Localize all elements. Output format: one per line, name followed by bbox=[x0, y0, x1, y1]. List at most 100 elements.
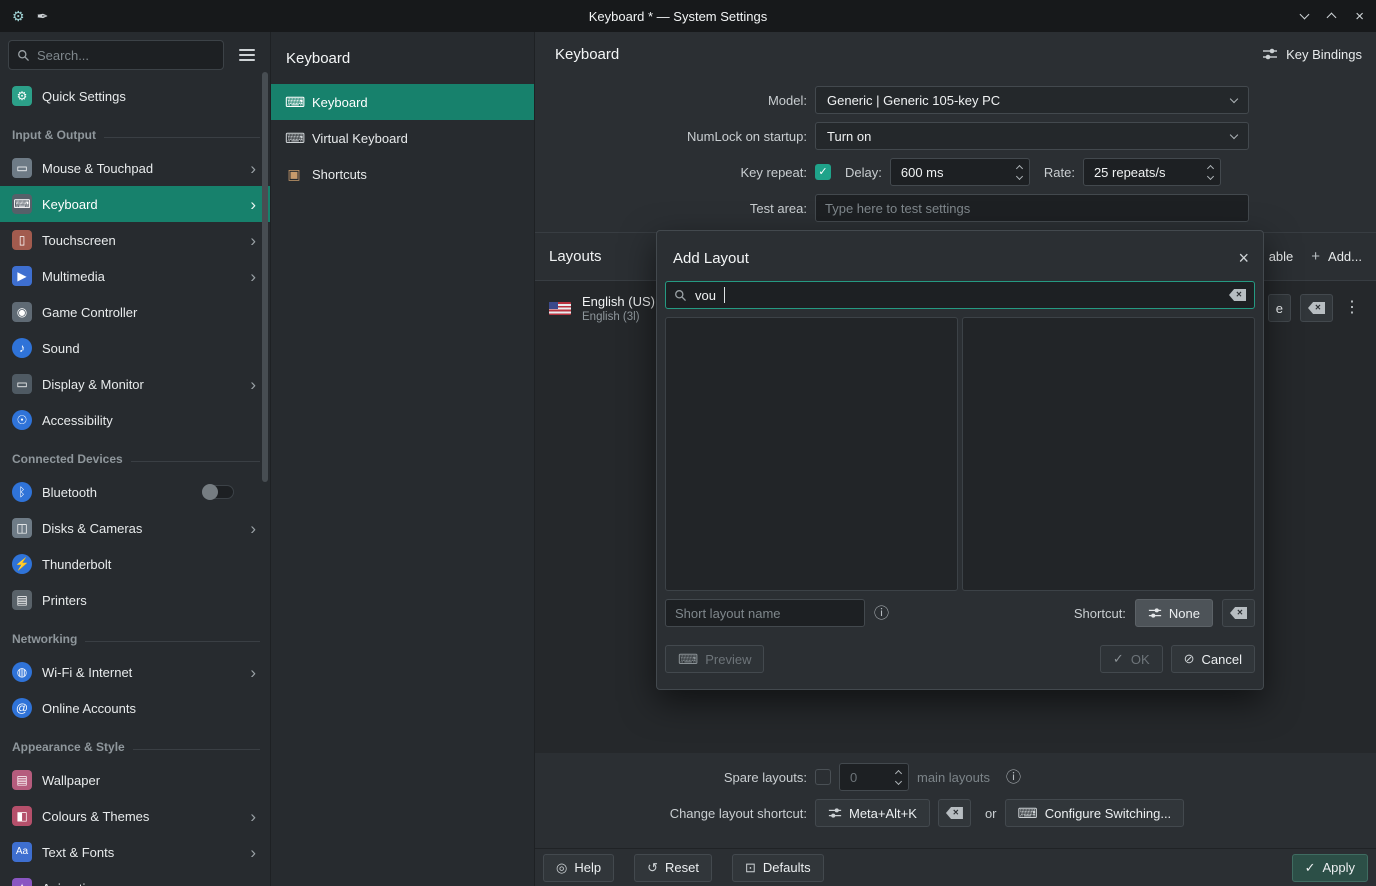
chevron-right-icon: › bbox=[250, 160, 260, 177]
rate-spinbox[interactable]: 25 repeats/s bbox=[1083, 158, 1221, 186]
row-menu-button[interactable]: ⋮ bbox=[1342, 300, 1362, 316]
sidebar-item-label: Accessibility bbox=[42, 413, 260, 428]
sidebar-item-bluetooth[interactable]: ᛒBluetooth bbox=[0, 474, 270, 510]
online-accounts-icon: @ bbox=[12, 698, 32, 718]
animations-icon: ✦ bbox=[12, 878, 32, 886]
layout-name-input[interactable]: Short layout name bbox=[665, 599, 865, 627]
shortcut-label: Shortcut: bbox=[1074, 606, 1126, 621]
layout-variants-list[interactable] bbox=[962, 317, 1255, 591]
spin-arrows-icon[interactable] bbox=[1017, 166, 1022, 179]
display-monitor-icon: ▭ bbox=[12, 374, 32, 394]
dialog-shortcut-button[interactable]: None bbox=[1135, 599, 1213, 627]
delay-label: Delay: bbox=[845, 165, 882, 180]
sidebar-item-mouse-touchpad[interactable]: ▭Mouse & Touchpad› bbox=[0, 150, 270, 186]
help-icon: ◎ bbox=[556, 860, 567, 876]
ok-button[interactable]: ✓ OK bbox=[1100, 645, 1163, 673]
subpanel-item-keyboard[interactable]: ⌨Keyboard bbox=[271, 84, 534, 120]
text-caret bbox=[724, 287, 725, 303]
sidebar-item-label: Wi-Fi & Internet bbox=[42, 665, 240, 680]
minimize-button[interactable] bbox=[1301, 14, 1308, 18]
sidebar-item-label: Game Controller bbox=[42, 305, 260, 320]
test-area-input[interactable]: Type here to test settings bbox=[815, 194, 1249, 222]
model-select[interactable]: Generic | Generic 105-key PC bbox=[815, 86, 1249, 114]
subpanel: Keyboard ⌨Keyboard⌨Virtual Keyboard▣Shor… bbox=[270, 32, 535, 886]
numlock-label: NumLock on startup: bbox=[535, 129, 807, 144]
sidebar-scrollbar[interactable] bbox=[262, 72, 268, 482]
sidebar-item-text-fonts[interactable]: AaText & Fonts› bbox=[0, 834, 270, 870]
sidebar-item-sound[interactable]: ♪Sound bbox=[0, 330, 270, 366]
search-input[interactable]: Search... bbox=[8, 40, 224, 70]
preview-button[interactable]: ⌨ Preview bbox=[665, 645, 764, 673]
layout-search-input[interactable]: vou bbox=[665, 281, 1255, 309]
info-icon[interactable]: ⓘ bbox=[1006, 770, 1021, 785]
sidebar-item-keyboard[interactable]: ⌨Keyboard› bbox=[0, 186, 270, 222]
key-bindings-button[interactable]: Key Bindings bbox=[1262, 46, 1362, 62]
rate-label: Rate: bbox=[1044, 165, 1075, 180]
key-repeat-checkbox[interactable]: ✓ bbox=[815, 164, 831, 180]
sidebar-item-label: Thunderbolt bbox=[42, 557, 260, 572]
add-layout-button[interactable]: + Add... bbox=[1311, 248, 1362, 265]
numlock-select[interactable]: Turn on bbox=[815, 122, 1249, 150]
help-button[interactable]: ◎ Help bbox=[543, 854, 614, 882]
sidebar-item-wi-fi-internet[interactable]: ◍Wi-Fi & Internet› bbox=[0, 654, 270, 690]
chevron-down-icon bbox=[1230, 94, 1238, 102]
row-clear-shortcut-button[interactable] bbox=[1300, 294, 1333, 322]
spare-layouts-spinbox[interactable]: 0 bbox=[839, 763, 909, 791]
row-shortcut-button[interactable]: e bbox=[1268, 294, 1291, 322]
sidebar-section-networking: Networking bbox=[0, 618, 270, 654]
pin-icon[interactable]: ✒ bbox=[37, 9, 49, 23]
sidebar-item-multimedia[interactable]: ▶Multimedia› bbox=[0, 258, 270, 294]
section-rule bbox=[133, 749, 260, 750]
apply-button[interactable]: ✓ Apply bbox=[1292, 854, 1368, 882]
section-label: Connected Devices bbox=[12, 452, 123, 466]
reset-button[interactable]: ↺ Reset bbox=[634, 854, 712, 882]
sidebar-item-disks-cameras[interactable]: ◫Disks & Cameras› bbox=[0, 510, 270, 546]
configure-switching-button[interactable]: ⌨ Configure Switching... bbox=[1005, 799, 1185, 827]
maximize-button[interactable] bbox=[1328, 11, 1335, 21]
chevron-right-icon: › bbox=[250, 844, 260, 861]
sidebar-item-online-accounts[interactable]: @Online Accounts bbox=[0, 690, 270, 726]
accessibility-icon: ☉ bbox=[12, 410, 32, 430]
defaults-button[interactable]: ⊡ Defaults bbox=[732, 854, 824, 882]
layout-results-list[interactable] bbox=[665, 317, 958, 591]
sidebar-item-printers[interactable]: ▤Printers bbox=[0, 582, 270, 618]
sidebar-item-label: Printers bbox=[42, 593, 260, 608]
spin-arrows-icon[interactable] bbox=[1208, 166, 1213, 179]
sidebar-item-colours-themes[interactable]: ◧Colours & Themes› bbox=[0, 798, 270, 834]
bluetooth-toggle[interactable] bbox=[202, 485, 234, 499]
sidebar-item-animations[interactable]: ✦Animations bbox=[0, 870, 270, 886]
keyboard-icon: ⌨ bbox=[12, 194, 32, 214]
change-shortcut-button[interactable]: Meta+Alt+K bbox=[815, 799, 930, 827]
clear-search-icon[interactable] bbox=[1229, 289, 1246, 301]
dialog-close-button[interactable]: × bbox=[1238, 249, 1249, 267]
sidebar-item-display-monitor[interactable]: ▭Display & Monitor› bbox=[0, 366, 270, 402]
subpanel-item-label: Keyboard bbox=[312, 95, 368, 110]
sidebar-item-game-controller[interactable]: ◉Game Controller bbox=[0, 294, 270, 330]
section-rule bbox=[104, 137, 260, 138]
subpanel-item-virtual-keyboard[interactable]: ⌨Virtual Keyboard bbox=[271, 120, 534, 156]
clear-shortcut-button[interactable] bbox=[938, 799, 971, 827]
cancel-button[interactable]: ⊘ Cancel bbox=[1171, 645, 1255, 673]
dialog-clear-shortcut-button[interactable] bbox=[1222, 599, 1255, 627]
window-title: Keyboard * — System Settings bbox=[82, 9, 1274, 24]
model-label: Model: bbox=[535, 93, 807, 108]
sidebar-item-quick-settings[interactable]: ⚙Quick Settings bbox=[0, 78, 270, 114]
chevron-down-icon bbox=[1300, 10, 1310, 20]
backspace-icon bbox=[1308, 302, 1325, 314]
wallpaper-icon: ▤ bbox=[12, 770, 32, 790]
page-title: Keyboard bbox=[555, 46, 1262, 63]
sidebar-item-wallpaper[interactable]: ▤Wallpaper bbox=[0, 762, 270, 798]
menu-button[interactable] bbox=[232, 40, 262, 70]
sidebar-item-thunderbolt[interactable]: ⚡Thunderbolt bbox=[0, 546, 270, 582]
virtual-keyboard-icon: ⌨ bbox=[285, 130, 303, 147]
sidebar-item-accessibility[interactable]: ☉ Accessibility bbox=[0, 402, 270, 438]
keyboard-preview-icon: ⌨ bbox=[678, 651, 698, 668]
delay-spinbox[interactable]: 600 ms bbox=[890, 158, 1030, 186]
layout-name: English (US) bbox=[582, 294, 655, 309]
sidebar-item-touchscreen[interactable]: ▯Touchscreen› bbox=[0, 222, 270, 258]
spin-arrows-icon[interactable] bbox=[896, 771, 901, 784]
info-icon[interactable]: ⓘ bbox=[874, 606, 889, 621]
close-button[interactable]: × bbox=[1355, 8, 1364, 25]
subpanel-item-shortcuts[interactable]: ▣Shortcuts bbox=[271, 156, 534, 192]
spare-layouts-checkbox[interactable] bbox=[815, 769, 831, 785]
